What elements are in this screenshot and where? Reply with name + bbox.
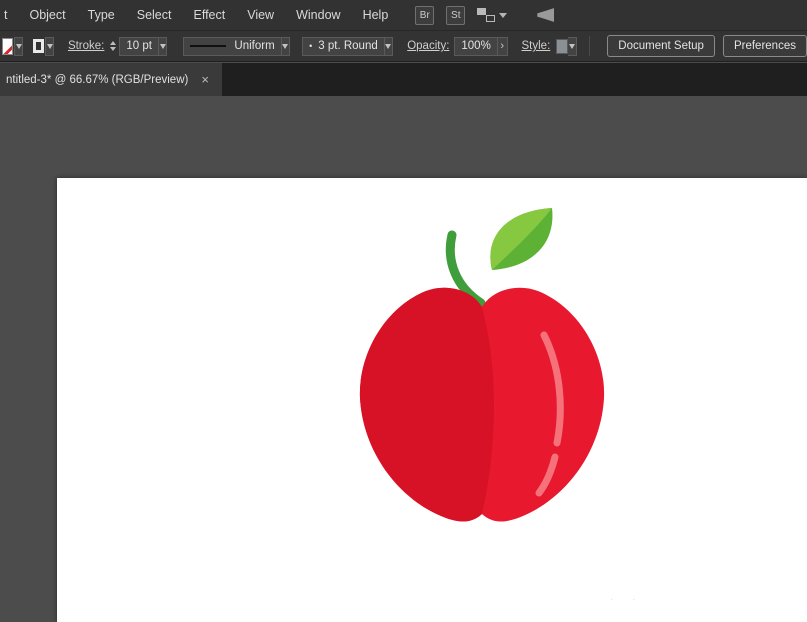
document-setup-button[interactable]: Document Setup — [607, 35, 715, 57]
close-icon[interactable]: × — [198, 72, 212, 87]
stroke-dropdown-button[interactable] — [45, 36, 54, 56]
document-tab-title: ntitled-3* @ 66.67% (RGB/Preview) — [6, 73, 189, 86]
document-tab-bar: ntitled-3* @ 66.67% (RGB/Preview) × — [0, 63, 807, 96]
none-fill-slash-icon — [3, 38, 13, 54]
stroke-color-swatch[interactable] — [33, 39, 45, 53]
menu-window[interactable]: Window — [285, 0, 351, 30]
share-icon[interactable] — [537, 8, 555, 22]
brush-value: 3 pt. Round — [318, 40, 378, 52]
bridge-badge-icon[interactable]: Br — [415, 5, 435, 25]
fill-dropdown-button[interactable] — [14, 36, 24, 56]
opacity-more-button[interactable]: › — [497, 36, 508, 56]
menu-select[interactable]: Select — [126, 0, 183, 30]
brush-select[interactable]: • 3 pt. Round — [302, 36, 385, 56]
menu-edit-partial[interactable]: t — [0, 0, 18, 30]
opacity-input[interactable]: 100% — [454, 36, 498, 56]
canvas-area[interactable]: · · — [0, 96, 807, 622]
width-profile-select[interactable]: Uniform — [183, 36, 282, 56]
brush-dot-icon: • — [309, 41, 313, 51]
document-tab[interactable]: ntitled-3* @ 66.67% (RGB/Preview) × — [0, 63, 222, 96]
chevron-down-icon — [15, 43, 22, 49]
stroke-weight-input[interactable]: 10 pt — [119, 36, 159, 56]
arrange-documents-control[interactable] — [477, 8, 508, 22]
chevron-down-icon — [385, 43, 392, 49]
apple-artwork[interactable] — [350, 195, 620, 555]
menu-type[interactable]: Type — [77, 0, 126, 30]
divider — [588, 36, 590, 56]
menu-view[interactable]: View — [236, 0, 285, 30]
preferences-button[interactable]: Preferences — [722, 35, 807, 57]
arrange-documents-icon — [477, 8, 496, 22]
width-profile-dropdown-button[interactable] — [281, 36, 291, 56]
chevron-down-icon — [159, 43, 166, 49]
menu-bar-icons: Br St — [415, 5, 555, 25]
chevron-down-icon — [282, 43, 289, 49]
style-label[interactable]: Style: — [522, 40, 551, 52]
menu-help[interactable]: Help — [352, 0, 400, 30]
stroke-weight-label[interactable]: Stroke: — [68, 40, 104, 52]
stock-badge-icon[interactable]: St — [446, 5, 466, 25]
apple-body-shade — [359, 287, 495, 522]
illustrator-window: t Object Type Select Effect View Window … — [0, 0, 807, 622]
style-swatch[interactable] — [556, 38, 569, 54]
chevron-down-icon — [568, 43, 575, 49]
stroke-weight-stepper[interactable] — [110, 41, 117, 51]
brush-dropdown-button[interactable] — [384, 36, 394, 56]
width-profile-line-icon — [190, 45, 227, 47]
fill-color-swatch[interactable] — [2, 37, 14, 55]
menu-object[interactable]: Object — [18, 0, 76, 30]
style-dropdown-button[interactable] — [568, 36, 577, 56]
opacity-label[interactable]: Opacity: — [407, 40, 449, 52]
chevron-down-icon — [46, 43, 53, 49]
width-profile-value: Uniform — [234, 40, 275, 52]
chevron-down-icon — [499, 12, 508, 18]
menu-effect[interactable]: Effect — [182, 0, 236, 30]
menu-bar: t Object Type Select Effect View Window … — [0, 0, 807, 30]
control-bar: Stroke: 10 pt Uniform • 3 pt. Round Opac… — [0, 30, 807, 62]
stroke-weight-dropdown-button[interactable] — [158, 36, 168, 56]
watermark: · · — [610, 594, 644, 605]
